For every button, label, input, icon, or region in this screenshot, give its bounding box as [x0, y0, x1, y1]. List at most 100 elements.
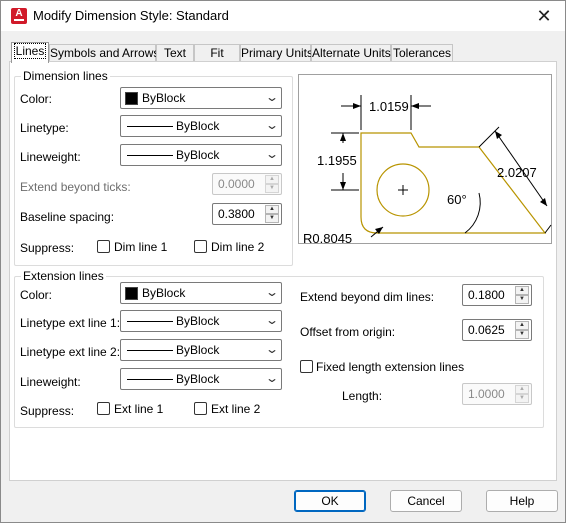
ext-suppress-label: Suppress:: [20, 404, 75, 418]
dim-lineweight-dropdown[interactable]: ByBlock ⌄: [120, 144, 282, 166]
dimension-preview: 1.0159 1.1955 2.0207 60° R0.8045: [298, 74, 552, 245]
spin-up-icon[interactable]: ▲: [515, 286, 529, 295]
ext-lineweight-label: Lineweight:: [20, 375, 81, 389]
line-sample: [127, 155, 173, 156]
dim-line-2-checkbox[interactable]: [194, 240, 207, 253]
dim-line-1-checkbox[interactable]: [97, 240, 110, 253]
baseline-spacing-spinner[interactable]: 0.3800 ▲ ▼: [212, 203, 282, 225]
tab-tolerances[interactable]: Tolerances: [391, 44, 453, 62]
extension-lines-legend: Extension lines: [21, 269, 106, 283]
spin-down-icon: ▼: [265, 184, 279, 193]
chevron-down-icon: ⌄: [264, 90, 280, 104]
offset-from-origin-spinner[interactable]: 0.0625 ▲ ▼: [462, 319, 532, 341]
part-outline: [360, 132, 547, 234]
fixed-length-checkbox[interactable]: [300, 360, 313, 373]
dim-top-text: 1.0159: [369, 99, 409, 114]
ext-color-label: Color:: [20, 288, 53, 302]
dim-color-value: ByBlock: [142, 91, 186, 105]
dim-lineweight-label: Lineweight:: [20, 150, 81, 164]
help-button[interactable]: Help: [486, 490, 558, 512]
ext-line-1-checkbox[interactable]: [97, 402, 110, 415]
extend-beyond-ticks-value: 0.0000: [218, 177, 255, 191]
line-sample: [127, 321, 173, 322]
dim-linetype-dropdown[interactable]: ByBlock ⌄: [120, 115, 282, 137]
spin-down-icon[interactable]: ▼: [515, 330, 529, 339]
window-title: Modify Dimension Style: Standard: [33, 8, 229, 23]
extend-beyond-dim-lines-label: Extend beyond dim lines:: [300, 290, 435, 304]
dim-linetype-value: ByBlock: [176, 119, 220, 133]
dim-line-1-label[interactable]: Dim line 1: [114, 240, 167, 254]
extend-beyond-dim-lines-value: 0.1800: [468, 288, 505, 302]
spin-down-icon[interactable]: ▼: [515, 295, 529, 304]
cancel-button[interactable]: Cancel: [390, 490, 462, 512]
tab-primary-units[interactable]: Primary Units: [240, 44, 313, 62]
chevron-down-icon: ⌄: [264, 371, 280, 385]
dim-line-2-label[interactable]: Dim line 2: [211, 240, 264, 254]
length-label: Length:: [342, 389, 383, 403]
chevron-down-icon: ⌄: [264, 313, 280, 327]
chevron-down-icon: ⌄: [264, 147, 280, 161]
linetype-ext-line-1-label: Linetype ext line 1:: [20, 316, 121, 330]
line-sample: [127, 126, 173, 127]
dim-right-text: 2.0207: [497, 165, 537, 180]
ext-lineweight-value: ByBlock: [176, 372, 220, 386]
tab-alternate-units[interactable]: Alternate Units: [311, 44, 391, 62]
fixed-length-label[interactable]: Fixed length extension lines: [316, 360, 464, 374]
spin-down-icon[interactable]: ▼: [265, 214, 279, 223]
linetype-ext-line-1-value: ByBlock: [176, 314, 220, 328]
spin-up-icon: ▲: [265, 175, 279, 184]
chevron-down-icon: ⌄: [264, 342, 280, 356]
spin-down-icon: ▼: [515, 394, 529, 403]
color-swatch: [125, 92, 138, 105]
linetype-ext-line-2-label: Linetype ext line 2:: [20, 345, 121, 359]
autocad-app-icon: A: [11, 8, 27, 24]
dim-left-text: 1.1955: [317, 153, 357, 168]
baseline-spacing-label: Baseline spacing:: [20, 210, 115, 224]
modify-dimension-style-dialog: A Modify Dimension Style: Standard ✕ Lin…: [0, 0, 566, 523]
spin-up-icon[interactable]: ▲: [515, 321, 529, 330]
ok-button[interactable]: OK: [294, 490, 366, 512]
title-bar: A Modify Dimension Style: Standard ✕: [1, 1, 565, 31]
dim-color-label: Color:: [20, 92, 53, 106]
tab-fit[interactable]: Fit: [194, 44, 240, 62]
dim-color-dropdown[interactable]: ByBlock ⌄: [120, 87, 282, 109]
ext-lineweight-dropdown[interactable]: ByBlock ⌄: [120, 368, 282, 390]
ext-line-1-label[interactable]: Ext line 1: [114, 402, 163, 416]
line-sample: [127, 350, 173, 351]
dim-suppress-label: Suppress:: [20, 241, 75, 255]
chevron-down-icon: ⌄: [264, 118, 280, 132]
tab-strip: Lines Symbols and Arrows Text Fit Primar…: [9, 42, 459, 63]
line-sample: [127, 379, 173, 380]
angle-arc: [464, 192, 481, 234]
ext-line-2-checkbox[interactable]: [194, 402, 207, 415]
tab-symbols-and-arrows[interactable]: Symbols and Arrows: [49, 44, 159, 62]
length-spinner: 1.0000 ▲ ▼: [462, 383, 532, 405]
spin-up-icon[interactable]: ▲: [265, 205, 279, 214]
linetype-ext-line-2-dropdown[interactable]: ByBlock ⌄: [120, 339, 282, 361]
extend-beyond-ticks-label: Extend beyond ticks:: [20, 180, 131, 194]
ext-line-2-label[interactable]: Ext line 2: [211, 402, 260, 416]
length-value: 1.0000: [468, 387, 505, 401]
ext-color-dropdown[interactable]: ByBlock ⌄: [120, 282, 282, 304]
color-swatch: [125, 287, 138, 300]
angle-text: 60°: [447, 192, 467, 207]
tab-lines[interactable]: Lines: [11, 42, 49, 63]
offset-from-origin-label: Offset from origin:: [300, 325, 396, 339]
extend-beyond-dim-lines-spinner[interactable]: 0.1800 ▲ ▼: [462, 284, 532, 306]
spin-up-icon: ▲: [515, 385, 529, 394]
offset-from-origin-value: 0.0625: [468, 323, 505, 337]
dimension-lines-legend: Dimension lines: [21, 69, 110, 83]
radius-text: R0.8045: [303, 231, 352, 245]
dim-linetype-label: Linetype:: [20, 121, 69, 135]
app-icon-letter: A: [15, 8, 23, 19]
dim-lineweight-value: ByBlock: [176, 148, 220, 162]
ext-color-value: ByBlock: [142, 286, 186, 300]
close-icon[interactable]: ✕: [533, 5, 555, 27]
chevron-down-icon: ⌄: [264, 285, 280, 299]
extend-beyond-ticks-spinner: 0.0000 ▲ ▼: [212, 173, 282, 195]
linetype-ext-line-1-dropdown[interactable]: ByBlock ⌄: [120, 310, 282, 332]
preview-drawing: 1.0159 1.1955 2.0207 60° R0.8045: [303, 95, 552, 245]
baseline-spacing-value: 0.3800: [218, 207, 255, 221]
tab-text[interactable]: Text: [156, 44, 194, 62]
lines-tab-panel: Dimension lines Color: ByBlock ⌄ Linetyp…: [9, 61, 557, 481]
